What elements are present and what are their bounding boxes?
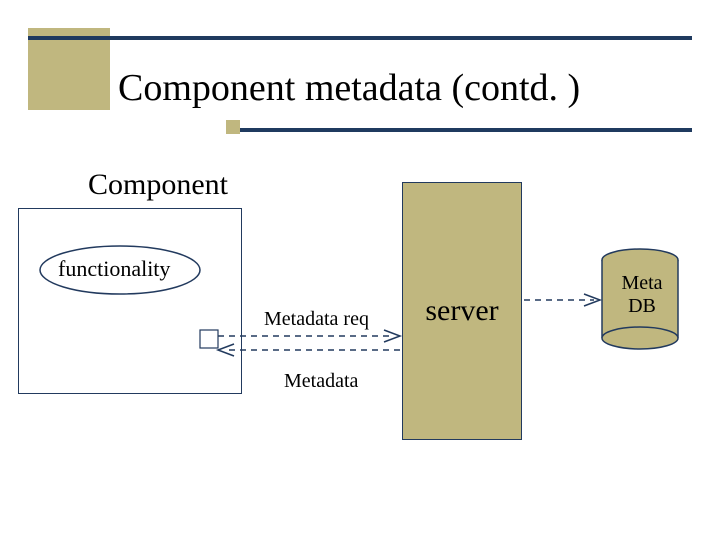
title-top-rule <box>28 36 692 40</box>
meta-db-label-line1: Meta <box>621 272 662 294</box>
component-box <box>18 208 242 394</box>
arrow-req-head <box>384 330 400 342</box>
metadata-resp-label: Metadata <box>284 370 358 393</box>
component-heading: Component <box>88 168 228 202</box>
meta-db-label-line2: DB <box>628 295 656 317</box>
title-sub-rule <box>240 128 692 132</box>
functionality-label: functionality <box>58 256 170 282</box>
meta-db-label: Meta DB <box>614 272 670 318</box>
metadata-req-label: Metadata req <box>264 308 369 331</box>
title-accent-square <box>28 28 110 110</box>
title-sub-square <box>226 120 240 134</box>
slide-title: Component metadata (contd. ) <box>118 66 580 110</box>
arrow-db-head <box>584 294 600 306</box>
server-box: server <box>402 182 522 440</box>
server-label: server <box>425 294 498 328</box>
